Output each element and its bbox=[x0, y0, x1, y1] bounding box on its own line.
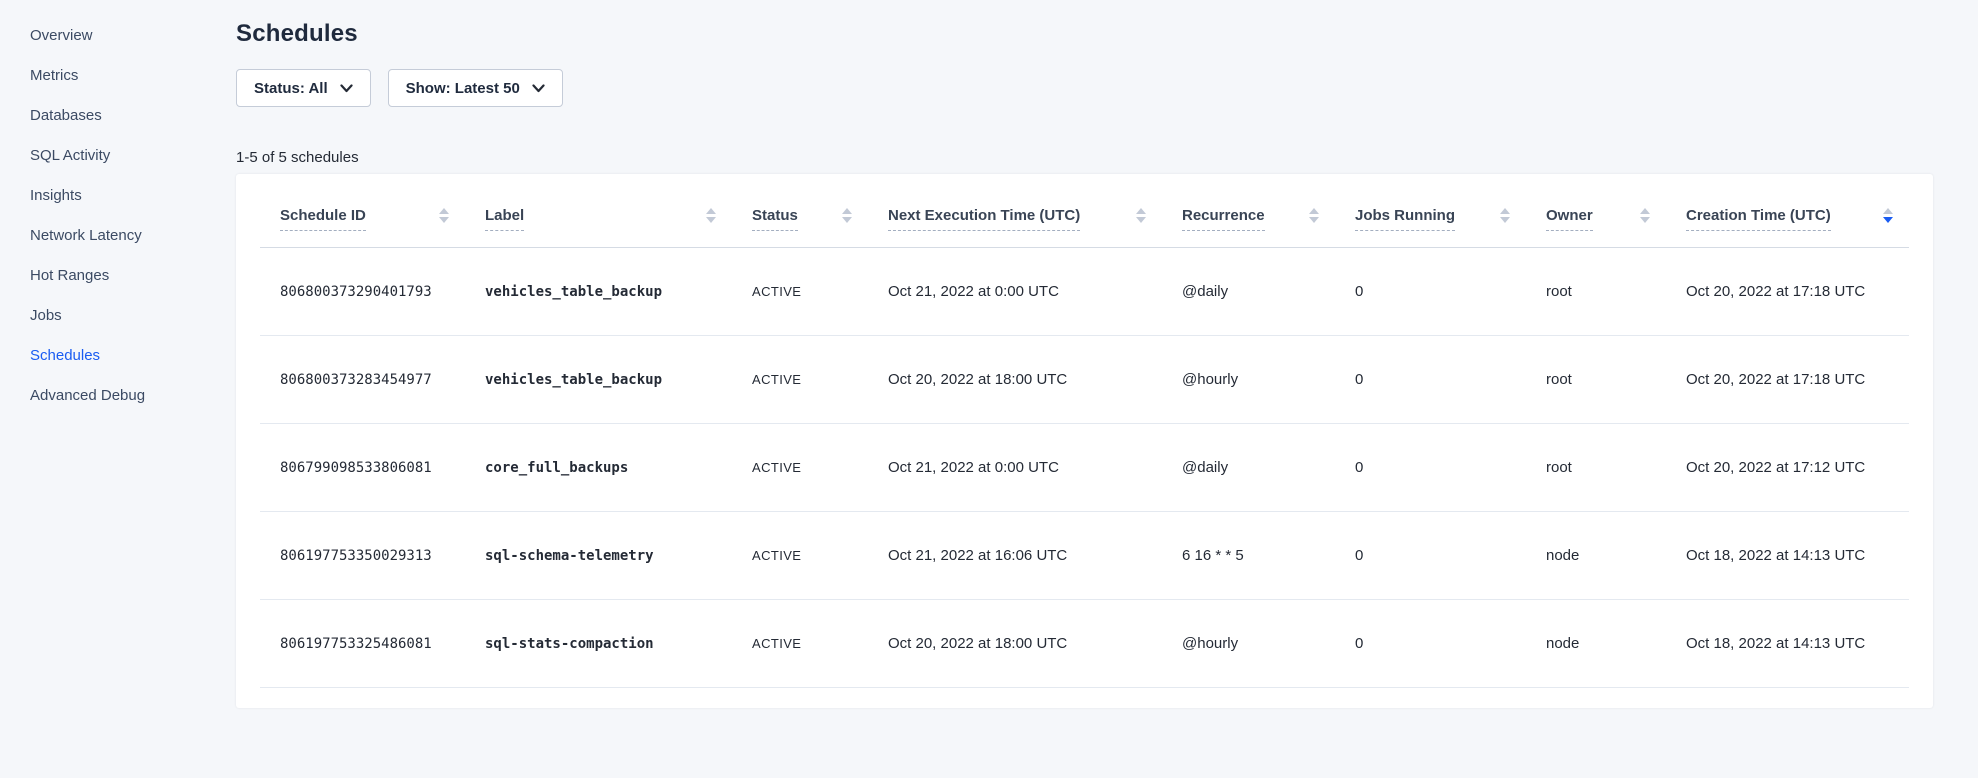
column-label: Next Execution Time (UTC) bbox=[888, 207, 1080, 231]
cell-jobs-running: 0 bbox=[1335, 424, 1526, 512]
cell-creation-time: Oct 20, 2022 at 17:18 UTC bbox=[1666, 248, 1909, 336]
sidebar-item-jobs[interactable]: Jobs bbox=[30, 308, 236, 323]
cell-recurrence: @daily bbox=[1162, 424, 1335, 512]
cell-jobs-running: 0 bbox=[1335, 336, 1526, 424]
cell-schedule-id: 806197753325486081 bbox=[260, 600, 465, 688]
page-title: Schedules bbox=[236, 20, 1933, 48]
sidebar-nav: Overview Metrics Databases SQL Activity Insi… bbox=[30, 28, 236, 403]
column-header-label[interactable]: Label bbox=[465, 174, 732, 248]
show-filter-label: Show: Latest 50 bbox=[406, 80, 520, 97]
sidebar-item-hot-ranges[interactable]: Hot Ranges bbox=[30, 268, 236, 283]
sidebar-item-overview[interactable]: Overview bbox=[30, 28, 236, 43]
sidebar-item-schedules[interactable]: Schedules bbox=[30, 348, 236, 363]
cell-schedule-id: 806197753350029313 bbox=[260, 512, 465, 600]
cell-schedule-id: 806800373290401793 bbox=[260, 248, 465, 336]
table-row: 806800373290401793vehicles_table_backupA… bbox=[260, 248, 1909, 336]
cell-label: sql-schema-telemetry bbox=[465, 512, 732, 600]
sidebar-item-network-latency[interactable]: Network Latency bbox=[30, 228, 236, 243]
sort-icon bbox=[1883, 208, 1893, 223]
sidebar-item-metrics[interactable]: Metrics bbox=[30, 68, 236, 83]
cell-owner: node bbox=[1526, 512, 1666, 600]
sidebar-item-sql-activity[interactable]: SQL Activity bbox=[30, 148, 236, 163]
cell-jobs-running: 0 bbox=[1335, 248, 1526, 336]
filter-bar: Status: All Show: Latest 50 bbox=[236, 69, 1933, 107]
cell-owner: root bbox=[1526, 248, 1666, 336]
results-count: 1-5 of 5 schedules bbox=[236, 149, 1933, 166]
cell-jobs-running: 0 bbox=[1335, 600, 1526, 688]
chevron-down-icon bbox=[532, 84, 545, 93]
cell-creation-time: Oct 18, 2022 at 14:13 UTC bbox=[1666, 600, 1909, 688]
table-row: 806197753325486081sql-stats-compactionAC… bbox=[260, 600, 1909, 688]
show-filter-dropdown[interactable]: Show: Latest 50 bbox=[388, 69, 563, 107]
sidebar-item-advanced-debug[interactable]: Advanced Debug bbox=[30, 388, 236, 403]
column-label: Label bbox=[485, 207, 524, 231]
cell-next-execution: Oct 20, 2022 at 18:00 UTC bbox=[868, 336, 1162, 424]
column-label: Recurrence bbox=[1182, 207, 1265, 231]
column-label: Schedule ID bbox=[280, 207, 366, 231]
column-header-schedule-id[interactable]: Schedule ID bbox=[260, 174, 465, 248]
cell-recurrence: @hourly bbox=[1162, 600, 1335, 688]
chevron-down-icon bbox=[340, 84, 353, 93]
column-header-owner[interactable]: Owner bbox=[1526, 174, 1666, 248]
table-row: 806799098533806081core_full_backupsACTIV… bbox=[260, 424, 1909, 512]
sort-icon bbox=[1136, 208, 1146, 223]
status-filter-dropdown[interactable]: Status: All bbox=[236, 69, 371, 107]
sort-icon bbox=[439, 208, 449, 223]
column-header-status[interactable]: Status bbox=[732, 174, 868, 248]
column-header-recurrence[interactable]: Recurrence bbox=[1162, 174, 1335, 248]
cell-recurrence: @hourly bbox=[1162, 336, 1335, 424]
cell-next-execution: Oct 20, 2022 at 18:00 UTC bbox=[868, 600, 1162, 688]
schedules-table: Schedule ID Label Status Next Execution Tim… bbox=[260, 174, 1909, 688]
cell-recurrence: 6 16 * * 5 bbox=[1162, 512, 1335, 600]
cell-owner: root bbox=[1526, 424, 1666, 512]
cell-jobs-running: 0 bbox=[1335, 512, 1526, 600]
column-label: Jobs Running bbox=[1355, 207, 1455, 231]
sidebar-item-databases[interactable]: Databases bbox=[30, 108, 236, 123]
cell-creation-time: Oct 18, 2022 at 14:13 UTC bbox=[1666, 512, 1909, 600]
cell-schedule-id: 806799098533806081 bbox=[260, 424, 465, 512]
cell-owner: root bbox=[1526, 336, 1666, 424]
column-label: Status bbox=[752, 207, 798, 231]
cell-status: ACTIVE bbox=[732, 600, 868, 688]
cell-label: core_full_backups bbox=[465, 424, 732, 512]
sort-icon bbox=[1500, 208, 1510, 223]
cell-status: ACTIVE bbox=[732, 336, 868, 424]
cell-status: ACTIVE bbox=[732, 512, 868, 600]
cell-creation-time: Oct 20, 2022 at 17:12 UTC bbox=[1666, 424, 1909, 512]
status-filter-label: Status: All bbox=[254, 80, 328, 97]
cell-label: sql-stats-compaction bbox=[465, 600, 732, 688]
column-label: Owner bbox=[1546, 207, 1593, 231]
cell-next-execution: Oct 21, 2022 at 0:00 UTC bbox=[868, 248, 1162, 336]
cell-label: vehicles_table_backup bbox=[465, 248, 732, 336]
sidebar: Overview Metrics Databases SQL Activity Insi… bbox=[0, 0, 236, 778]
cell-status: ACTIVE bbox=[732, 424, 868, 512]
cell-creation-time: Oct 20, 2022 at 17:18 UTC bbox=[1666, 336, 1909, 424]
cell-recurrence: @daily bbox=[1162, 248, 1335, 336]
column-header-next-execution-time-utc[interactable]: Next Execution Time (UTC) bbox=[868, 174, 1162, 248]
column-header-jobs-running[interactable]: Jobs Running bbox=[1335, 174, 1526, 248]
cell-next-execution: Oct 21, 2022 at 16:06 UTC bbox=[868, 512, 1162, 600]
table-header-row: Schedule ID Label Status Next Execution Tim… bbox=[260, 174, 1909, 248]
sort-icon bbox=[706, 208, 716, 223]
cell-next-execution: Oct 21, 2022 at 0:00 UTC bbox=[868, 424, 1162, 512]
schedules-table-card: Schedule ID Label Status Next Execution Tim… bbox=[236, 174, 1933, 708]
sidebar-item-insights[interactable]: Insights bbox=[30, 188, 236, 203]
cell-schedule-id: 806800373283454977 bbox=[260, 336, 465, 424]
table-body: 806800373290401793vehicles_table_backupA… bbox=[260, 248, 1909, 688]
cell-owner: node bbox=[1526, 600, 1666, 688]
sort-icon bbox=[842, 208, 852, 223]
column-label: Creation Time (UTC) bbox=[1686, 207, 1831, 231]
column-header-creation-time-utc[interactable]: Creation Time (UTC) bbox=[1666, 174, 1909, 248]
sort-icon bbox=[1640, 208, 1650, 223]
sort-icon bbox=[1309, 208, 1319, 223]
cell-label: vehicles_table_backup bbox=[465, 336, 732, 424]
table-row: 806197753350029313sql-schema-telemetryAC… bbox=[260, 512, 1909, 600]
cell-status: ACTIVE bbox=[732, 248, 868, 336]
table-row: 806800373283454977vehicles_table_backupA… bbox=[260, 336, 1909, 424]
main-content: Schedules Status: All Show: Latest 50 1-… bbox=[236, 0, 1978, 778]
